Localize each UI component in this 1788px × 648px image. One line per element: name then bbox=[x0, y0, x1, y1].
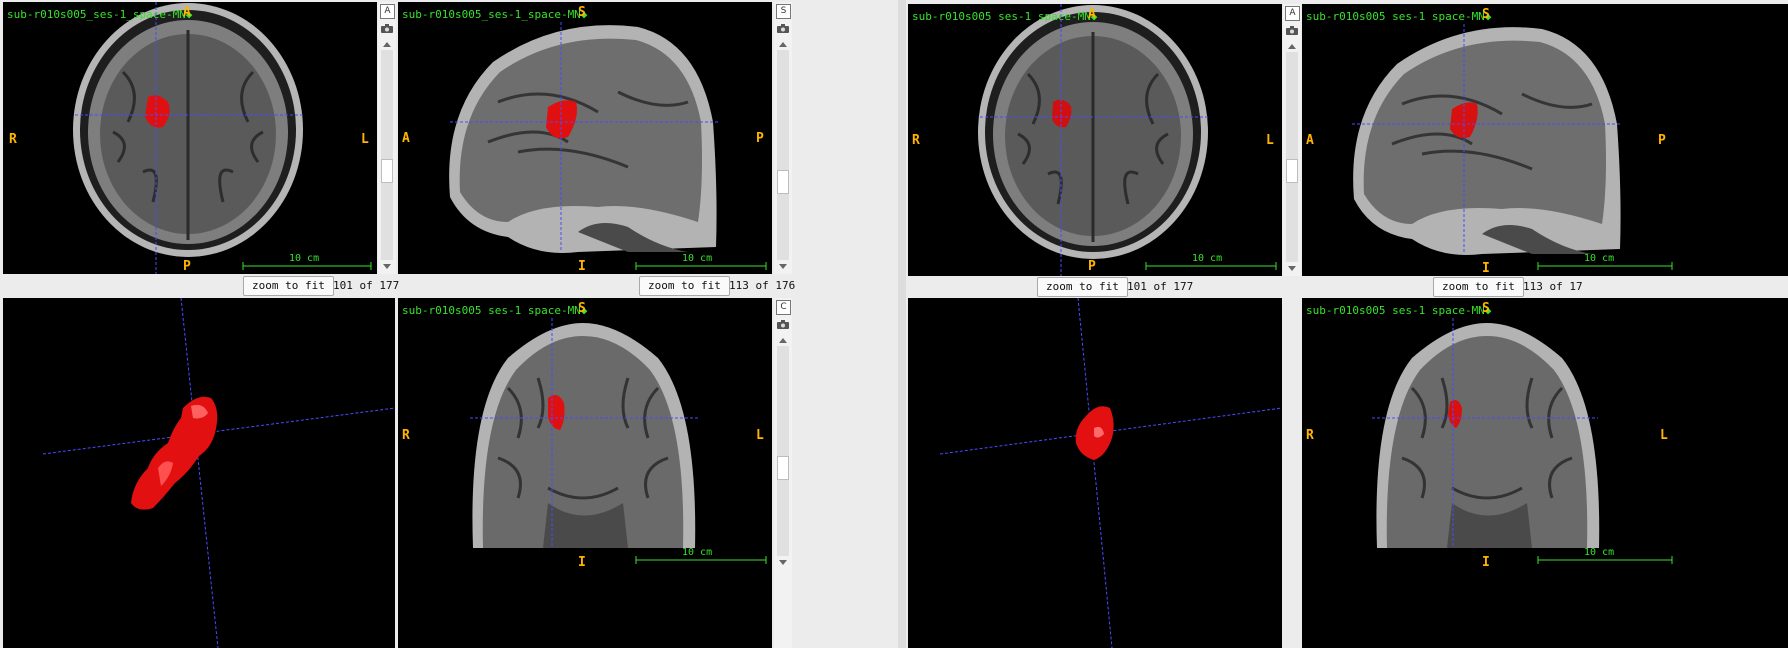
slice-scroll-thumb[interactable] bbox=[777, 170, 789, 194]
render-3d-view[interactable] bbox=[3, 298, 395, 648]
orient-left: R bbox=[402, 428, 410, 443]
scale-bar-label: 10 cm bbox=[1192, 253, 1223, 264]
viewer-2: sub-r010s005 ses-1 space-MN◆ A P R L 10 … bbox=[906, 0, 1788, 648]
slice-scrollbar[interactable] bbox=[1286, 52, 1298, 262]
scale-bar-label: 10 cm bbox=[1584, 253, 1615, 264]
axial-sidebar: A bbox=[378, 2, 396, 274]
scale-bar-label: 10 cm bbox=[1584, 547, 1615, 558]
zoom-to-fit-button[interactable]: zoom to fit bbox=[1433, 277, 1524, 297]
orient-left: A bbox=[402, 131, 410, 146]
orient-left: R bbox=[1306, 428, 1314, 443]
slice-scrollbar[interactable] bbox=[777, 346, 789, 556]
orient-right: L bbox=[1660, 428, 1668, 443]
view-sagittal-button[interactable]: S bbox=[776, 4, 791, 19]
coronal-sidebar: C bbox=[774, 298, 792, 648]
axial-filename: sub-r010s005 ses-1 space-MN◆ bbox=[912, 10, 1098, 23]
orient-bottom: P bbox=[183, 259, 191, 274]
axial-sidebar: A bbox=[1283, 4, 1301, 276]
slice-scroll-thumb[interactable] bbox=[1286, 159, 1298, 183]
sagittal-view[interactable]: sub-r010s005_ses-1_space-MN◆ S I A P 10 … bbox=[398, 2, 772, 274]
slice-counter: 101 of 177 bbox=[333, 279, 400, 292]
axial-image bbox=[73, 2, 372, 274]
viewer-divider bbox=[898, 0, 906, 648]
orient-bottom: I bbox=[1482, 261, 1490, 276]
view-coronal-button[interactable]: C bbox=[776, 300, 791, 315]
orient-right: P bbox=[756, 131, 764, 146]
render-3d-image bbox=[939, 298, 1282, 648]
scroll-up-arrow[interactable] bbox=[779, 338, 787, 343]
orient-bottom: I bbox=[578, 555, 586, 570]
slice-scroll-thumb[interactable] bbox=[381, 159, 393, 183]
coronal-view[interactable]: sub-r010s005 ses-1 space-MN◆ S I R L 10 … bbox=[1302, 298, 1788, 648]
orient-left: R bbox=[912, 133, 920, 148]
viewer-1: sub-r010s005_ses-1_space-MN◆ A P R L 10 … bbox=[0, 0, 898, 648]
scale-bar-label: 10 cm bbox=[682, 253, 713, 264]
sagittal-view[interactable]: sub-r010s005 ses-1 space-MN◆ S I A P 10 … bbox=[1302, 4, 1788, 276]
orient-left: A bbox=[1306, 133, 1314, 148]
orient-top: A bbox=[1088, 7, 1096, 22]
sagittal-filename: sub-r010s005_ses-1_space-MN◆ bbox=[402, 8, 588, 21]
camera-icon[interactable] bbox=[1286, 26, 1298, 35]
slice-counter: 113 of 176 bbox=[729, 279, 796, 292]
coronal-image bbox=[1372, 318, 1673, 564]
scroll-up-arrow[interactable] bbox=[1288, 44, 1296, 49]
scale-bar-label: 10 cm bbox=[289, 253, 320, 264]
coronal-view[interactable]: sub-r010s005 ses-1 space-MN◆ S I R L 10 … bbox=[398, 298, 772, 648]
scroll-up-arrow[interactable] bbox=[779, 42, 787, 47]
camera-icon[interactable] bbox=[777, 24, 789, 33]
axial-view[interactable]: sub-r010s005_ses-1_space-MN◆ A P R L 10 … bbox=[3, 2, 377, 274]
camera-icon[interactable] bbox=[381, 24, 393, 33]
zoom-to-fit-button[interactable]: zoom to fit bbox=[1037, 277, 1128, 297]
scroll-down-arrow[interactable] bbox=[383, 264, 391, 269]
render-3d-image bbox=[42, 298, 395, 648]
coronal-filename: sub-r010s005 ses-1 space-MN◆ bbox=[1306, 304, 1492, 317]
axial-filename: sub-r010s005_ses-1_space-MN◆ bbox=[7, 8, 193, 21]
view-axial-button[interactable]: A bbox=[1285, 6, 1300, 21]
sagittal-image bbox=[449, 22, 767, 270]
slice-scrollbar[interactable] bbox=[777, 50, 789, 260]
orient-bottom: P bbox=[1088, 259, 1096, 274]
orient-right: P bbox=[1658, 133, 1666, 148]
sagittal-image bbox=[1352, 24, 1673, 270]
orient-left: R bbox=[9, 132, 17, 147]
coronal-image bbox=[470, 318, 767, 564]
orient-bottom: I bbox=[1482, 555, 1490, 570]
slice-counter: 101 of 177 bbox=[1127, 280, 1194, 293]
view-axial-button[interactable]: A bbox=[380, 4, 395, 19]
orient-top: S bbox=[578, 5, 586, 20]
orient-right: L bbox=[361, 132, 369, 147]
zoom-to-fit-button[interactable]: zoom to fit bbox=[243, 276, 334, 296]
orient-bottom: I bbox=[578, 259, 586, 274]
orient-top: S bbox=[1482, 7, 1490, 22]
slice-scrollbar[interactable] bbox=[381, 50, 393, 260]
scroll-up-arrow[interactable] bbox=[383, 42, 391, 47]
orient-top: A bbox=[183, 5, 191, 20]
render-3d-view[interactable] bbox=[908, 298, 1282, 648]
slice-counter: 113 of 17 bbox=[1523, 280, 1583, 293]
sagittal-sidebar: S bbox=[774, 2, 792, 274]
axial-image bbox=[978, 4, 1277, 276]
orient-right: L bbox=[756, 428, 764, 443]
zoom-to-fit-button[interactable]: zoom to fit bbox=[639, 276, 730, 296]
scroll-down-arrow[interactable] bbox=[779, 264, 787, 269]
camera-icon[interactable] bbox=[777, 320, 789, 329]
scale-bar-label: 10 cm bbox=[682, 547, 713, 558]
slice-scroll-thumb[interactable] bbox=[777, 456, 789, 480]
scroll-down-arrow[interactable] bbox=[1288, 266, 1296, 271]
sagittal-filename: sub-r010s005 ses-1 space-MN◆ bbox=[1306, 10, 1492, 23]
orient-right: L bbox=[1266, 133, 1274, 148]
orient-top: S bbox=[578, 301, 586, 316]
axial-view[interactable]: sub-r010s005 ses-1 space-MN◆ A P R L 10 … bbox=[908, 4, 1282, 276]
scroll-down-arrow[interactable] bbox=[779, 560, 787, 565]
coronal-filename: sub-r010s005 ses-1 space-MN◆ bbox=[402, 304, 588, 317]
orient-top: S bbox=[1482, 301, 1490, 316]
